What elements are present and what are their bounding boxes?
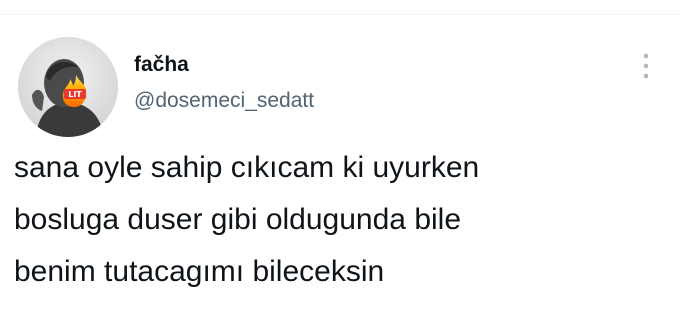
avatar-photo: LIT [18, 37, 118, 137]
more-options-button[interactable] [638, 51, 654, 81]
tweet-text-line: benim tutacagımı bileceksin [14, 255, 385, 288]
svg-text:LIT: LIT [68, 90, 82, 99]
author-block: fačha @dosemeci_sedatt [134, 53, 314, 113]
tweet-text: sana oyle sahip cıkıcam ki uyurken boslu… [14, 142, 654, 298]
more-vertical-icon [643, 53, 649, 79]
display-name[interactable]: fačha [134, 53, 314, 77]
tweet-text-line: bosluga duser gibi oldugunda bile [14, 203, 462, 236]
avatar[interactable]: LIT [18, 37, 118, 137]
tweet-card[interactable]: LIT fačha @dosemeci_sedatt sana oyle sah… [0, 15, 680, 334]
tweet-text-line: sana oyle sahip cıkıcam ki uyurken [14, 151, 480, 184]
user-handle[interactable]: @dosemeci_sedatt [134, 89, 314, 113]
